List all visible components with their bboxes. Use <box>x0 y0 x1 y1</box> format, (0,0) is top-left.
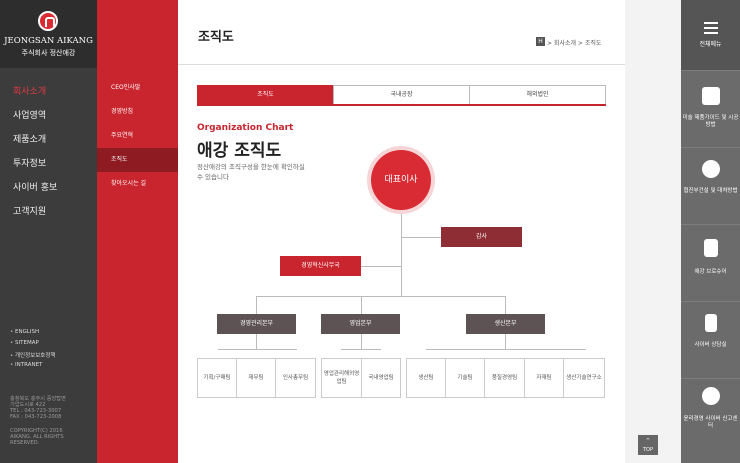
quick-item-construction[interactable]: 협진부건설 및 대처방법 <box>681 147 740 224</box>
sub-menu-directions[interactable]: 찾아오시는 길 <box>97 172 178 196</box>
main-menu-investment[interactable]: 투자정보 <box>13 156 46 169</box>
quick-item-label: 애강 브로슈어 <box>694 269 727 275</box>
report-icon <box>702 387 720 405</box>
sub-menu-policy[interactable]: 경영방침 <box>97 100 178 124</box>
org-team: 영업관리해외영업팀 <box>321 358 362 398</box>
tab-org-chart[interactable]: 조직도 <box>197 85 334 105</box>
connector-line <box>256 296 505 297</box>
main-menu-company[interactable]: 회사소개 <box>13 84 46 97</box>
org-team: 재무팀 <box>236 358 276 398</box>
logo-mark-icon <box>38 11 58 31</box>
copyright-line: RESERVED. <box>10 440 40 446</box>
org-node-management-division: 경영관리본부 <box>217 314 296 334</box>
chevron-up-icon: ^ <box>645 438 651 444</box>
connector-line <box>401 210 402 296</box>
quick-item-ethics-report[interactable]: 윤리경영 사이버 신고센터 <box>681 378 740 463</box>
address-fax: FAX : 043-723-2008 <box>10 414 62 420</box>
connector-line <box>505 296 506 314</box>
org-node-production-division: 생산본부 <box>466 314 545 334</box>
connector-line <box>361 296 362 314</box>
tab-overseas-corp[interactable]: 해외법인 <box>469 85 606 105</box>
connector-line <box>426 349 586 350</box>
brand-name-en: JEONGSAN AIKANG <box>4 36 93 46</box>
org-team: 인사총무팀 <box>275 358 316 398</box>
footer-link-privacy[interactable]: 개인정보보호정책 <box>10 351 55 359</box>
home-icon[interactable]: H <box>536 37 545 46</box>
page-title: 조직도 <box>198 30 234 45</box>
connector-line <box>361 334 362 349</box>
quick-item-label: 윤리경영 사이버 신고센터 <box>683 416 738 429</box>
main-menu-products[interactable]: 제품소개 <box>13 132 46 145</box>
top-button-label: TOP <box>642 447 653 453</box>
hamburger-icon-bar <box>704 32 718 34</box>
left-navigation: JEONGSAN AIKANG 주식회사 정산애강 회사소개 사업영역 제품소개… <box>0 0 97 463</box>
divider <box>178 64 625 65</box>
org-node-sales-division: 영업본부 <box>321 314 400 334</box>
org-team: 생산팀 <box>406 358 446 398</box>
quick-item-cyber-counsel[interactable]: 사이버 상담실 <box>681 301 740 378</box>
quick-item-label: 협진부건설 및 대처방법 <box>683 188 738 194</box>
sub-menu-ceo[interactable]: CEO인사말 <box>97 76 178 100</box>
quick-item-guide[interactable]: 미술 제품가이드 및 시공방법 <box>681 70 740 147</box>
search-icon <box>702 160 720 178</box>
main-content: 조직도 H > 회사소개 > 조직도 조직도 국내공장 해외법인 Organiz… <box>178 0 625 463</box>
top-button[interactable]: ^ TOP <box>638 435 658 455</box>
org-team: 생산기술연구소 <box>563 358 605 398</box>
sub-navigation: CEO인사말 경영방침 주요연혁 조직도 찾아오시는 길 <box>97 0 183 463</box>
quick-menu: 전체메뉴 미술 제품가이드 및 시공방법 협진부건설 및 대처방법 애강 브로슈… <box>681 0 740 463</box>
connector-line <box>218 349 297 350</box>
connector-line <box>256 334 257 349</box>
sub-menu-history[interactable]: 주요연혁 <box>97 124 178 148</box>
org-node-innovation-office: 경영혁신사무국 <box>280 256 361 276</box>
org-node-ceo: 대표이사 <box>371 150 431 210</box>
tab-domestic-plant[interactable]: 국내공장 <box>333 85 470 105</box>
org-team: 국내영업팀 <box>361 358 401 398</box>
hamburger-icon-bar <box>704 27 718 29</box>
connector-line <box>361 266 401 267</box>
door-icon <box>705 314 717 332</box>
footer-link-sitemap[interactable]: SITEMAP <box>10 340 39 346</box>
monitor-icon <box>702 87 720 105</box>
hamburger-icon <box>704 22 718 24</box>
quick-item-label: 미술 제품가이드 및 시공방법 <box>682 115 739 128</box>
scroll-strip <box>625 0 681 463</box>
main-menu-support[interactable]: 고객지원 <box>13 204 46 217</box>
connector-line <box>256 296 257 314</box>
all-menu-button[interactable]: 전체메뉴 <box>681 0 740 70</box>
brand-name-kr: 주식회사 정산애강 <box>21 49 76 57</box>
main-menu-business[interactable]: 사업영역 <box>13 108 46 121</box>
main-menu-cyber-pr[interactable]: 사이버 홍보 <box>13 180 57 193</box>
connector-line <box>341 349 381 350</box>
tab-underline <box>197 104 606 106</box>
org-team: 자재팀 <box>524 358 564 398</box>
org-team: 기술팀 <box>445 358 485 398</box>
connector-line <box>401 237 441 238</box>
org-chart-title-kr: 애강 조직도 <box>197 141 282 161</box>
org-chart-description: 정산애강의 조직구성을 한눈에 확인하실 수 있습니다 <box>197 163 305 181</box>
org-team: 기획/구매팀 <box>197 358 237 398</box>
sub-menu-org-chart[interactable]: 조직도 <box>97 148 183 172</box>
footer-link-english[interactable]: ENGLISH <box>10 329 39 335</box>
org-node-auditor: 감사 <box>441 227 522 247</box>
all-menu-label: 전체메뉴 <box>699 41 722 48</box>
org-team: 품질경영팀 <box>484 358 525 398</box>
breadcrumb: > 회사소개 > 조직도 <box>547 40 602 47</box>
connector-line <box>505 334 506 349</box>
footer-link-intranet[interactable]: INTRANET <box>10 362 42 368</box>
logo[interactable]: JEONGSAN AIKANG 주식회사 정산애강 <box>0 0 97 68</box>
org-chart-title-en: Organization Chart <box>197 123 294 133</box>
quick-item-label: 사이버 상담실 <box>694 342 727 348</box>
brochure-icon <box>704 239 718 257</box>
quick-item-brochure[interactable]: 애강 브로슈어 <box>681 224 740 301</box>
